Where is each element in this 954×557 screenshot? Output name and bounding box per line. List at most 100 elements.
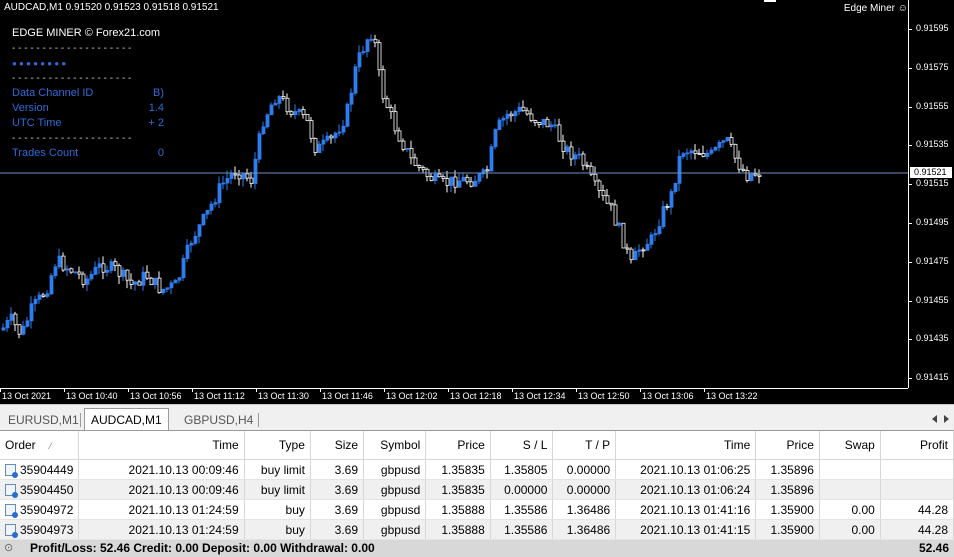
scroll-left-icon[interactable]	[932, 415, 937, 423]
table-cell	[880, 479, 954, 500]
candle-body	[185, 244, 190, 259]
candle-body	[137, 281, 142, 286]
candle-body	[681, 153, 686, 157]
table-cell: 2021.10.13 01:24:59	[78, 499, 245, 520]
candle-body	[213, 202, 218, 205]
time-tick-label: 13 Oct 12:50	[578, 391, 630, 401]
table-cell: 1.35888	[425, 499, 491, 520]
table-cell: 2021.10.13 01:06:24	[615, 479, 757, 500]
candle-body	[609, 202, 614, 206]
panel-value: 0	[157, 147, 164, 159]
panel-value: B)	[153, 87, 164, 99]
candle-body	[753, 173, 758, 176]
column-header-size[interactable]: Size	[310, 431, 365, 460]
candle-body	[397, 130, 402, 142]
candle-body	[317, 143, 322, 154]
price-axis[interactable]	[908, 0, 954, 388]
candle-body	[745, 170, 750, 181]
candle-body	[121, 269, 126, 277]
table-row[interactable]: 35904449 2021.10.13 00:09:46 buy limit 3.69…	[0, 459, 954, 480]
sort-arrow-icon: ⁄	[49, 441, 52, 451]
candle-body	[189, 242, 194, 246]
candle-body	[209, 203, 214, 211]
price-tick-label: 0.91575	[916, 61, 949, 72]
panel-row-version: Version 1.4	[12, 101, 164, 116]
candle-body	[45, 293, 50, 297]
candle-body	[89, 273, 94, 280]
candle-body	[221, 182, 226, 185]
table-row[interactable]: 35904450 2021.10.13 00:09:46 buy limit 3.69…	[0, 479, 954, 500]
candle-body	[181, 258, 186, 279]
price-tick-label: 0.91495	[916, 217, 949, 227]
tab-audcad[interactable]: AUDCAD,M1	[84, 408, 169, 431]
candle-body	[265, 114, 270, 128]
column-header-type[interactable]: Type	[244, 431, 311, 460]
candle-body	[585, 164, 590, 167]
price-tick-label: 0.91415	[916, 372, 949, 383]
close-icon[interactable]	[764, 0, 776, 2]
candle-body	[533, 120, 538, 123]
candle-body	[29, 303, 34, 322]
time-tick-label: 13 Oct 11:30	[258, 391, 309, 401]
candle-body	[605, 195, 610, 204]
column-header-time[interactable]: Time	[78, 431, 245, 460]
time-axis[interactable]	[0, 388, 908, 389]
price-tick-mark	[908, 106, 912, 108]
column-header-close-time[interactable]: Time	[615, 431, 757, 460]
candle-body	[645, 243, 650, 251]
column-header-close-price[interactable]: Price	[755, 431, 820, 460]
candle-body	[101, 263, 106, 273]
candle-body	[173, 279, 178, 284]
candle-body	[409, 148, 414, 159]
candle-body	[673, 182, 678, 192]
brand-label: Edge Miner ☺	[843, 3, 908, 14]
candle-body	[17, 324, 22, 335]
column-header-sl[interactable]: S / L	[490, 431, 554, 460]
candle-body	[457, 180, 462, 188]
column-header-order[interactable]: Order ⁄	[0, 431, 80, 460]
table-cell: 1.35835	[425, 479, 491, 500]
info-panel: EDGE MINER © Forex21.com - - - - - - - -…	[12, 26, 164, 161]
column-header-profit[interactable]: Profit	[880, 431, 954, 460]
candle-body	[485, 169, 490, 172]
candle-body	[385, 98, 390, 108]
price-chart[interactable]: AUDCAD,M1 0.91520 0.91523 0.91518 0.9152…	[0, 0, 954, 404]
candle-body	[729, 137, 734, 145]
candle-body	[61, 255, 66, 271]
tab-gbpusd[interactable]: GBPUSD,H4	[178, 409, 259, 431]
tab-eurusd[interactable]: EURUSD,M1	[2, 409, 85, 431]
candle-body	[709, 149, 714, 154]
table-cell: gbpusd	[363, 519, 427, 540]
table-cell: 35904973	[0, 519, 80, 540]
candle-body	[281, 96, 286, 99]
price-tick-mark	[908, 184, 912, 186]
column-header-symbol[interactable]: Symbol	[363, 431, 427, 460]
column-header-tp[interactable]: T / P	[552, 431, 617, 460]
panel-row-trades: Trades Count 0	[12, 146, 164, 161]
table-cell: 0.00000	[490, 479, 554, 500]
candle-body	[625, 247, 630, 250]
price-tick-label: 0.91535	[916, 139, 949, 150]
candle-body	[449, 176, 454, 186]
time-tick-mark	[256, 388, 257, 392]
candle-body	[309, 120, 314, 139]
scroll-right-icon[interactable]	[944, 415, 949, 423]
table-cell: 35904449	[0, 459, 80, 480]
candle-body	[133, 281, 138, 285]
column-header-price[interactable]: Price	[425, 431, 491, 460]
table-cell: buy limit	[244, 479, 311, 500]
candle-body	[69, 268, 74, 273]
candle-body	[441, 176, 446, 179]
table-row[interactable]: 35904973 2021.10.13 01:24:59 buy 3.69 gbpusd…	[0, 519, 954, 540]
candle-body	[521, 106, 526, 112]
candle-body	[501, 117, 506, 121]
table-cell: 2021.10.13 01:41:15	[615, 519, 757, 540]
candle-body	[465, 176, 470, 183]
table-row[interactable]: 35904972 2021.10.13 01:24:59 buy 3.69 gbpusd…	[0, 499, 954, 520]
column-header-swap[interactable]: Swap	[819, 431, 881, 460]
trade-terminal: Order ⁄ Time Type Size Symbol Price S / L…	[0, 430, 954, 557]
candle-body	[685, 152, 690, 155]
candle-body	[637, 249, 642, 252]
candle-body	[713, 146, 718, 151]
time-tick-label: 13 Oct 10:40	[66, 391, 118, 401]
